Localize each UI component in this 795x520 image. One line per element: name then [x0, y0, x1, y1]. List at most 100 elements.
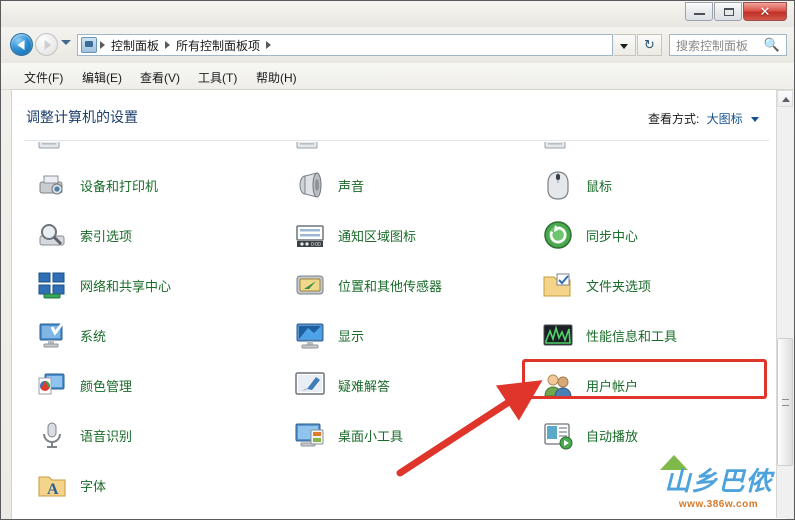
control-panel-item-display[interactable]: 显示 — [284, 310, 534, 360]
back-button[interactable] — [10, 33, 33, 56]
grid-column-1: 声音 0:00 通知区域图标位置和其他传感器显示疑难解答桌面小工具 — [284, 142, 534, 460]
close-icon: ✕ — [759, 4, 771, 19]
item-label: 自动播放 — [586, 428, 639, 444]
item-label: 网络和共享中心 — [80, 278, 172, 294]
control-panel-item-partial[interactable] — [26, 142, 276, 160]
control-panel-item-autoplay[interactable]: 自动播放 — [532, 410, 773, 460]
grid-column-2: 鼠标同步中心文件夹选项性能信息和工具 用户帐户自动播放 — [532, 142, 773, 460]
scroll-up-button[interactable] — [777, 90, 793, 107]
control-panel-item-desktop-gadgets[interactable]: 桌面小工具 — [284, 410, 534, 460]
control-panel-item-system-monitor[interactable]: 系统 — [26, 310, 276, 360]
page-title: 调整计算机的设置 — [26, 109, 138, 125]
title-bar: ✕ — [1, 1, 794, 28]
breadcrumb-item-1[interactable]: 所有控制面板项 — [173, 37, 263, 54]
control-panel-item-performance[interactable]: 性能信息和工具 — [532, 310, 773, 360]
partial-icon — [36, 142, 68, 154]
performance-icon — [542, 319, 574, 351]
content-panel: 调整计算机的设置 查看方式: 大图标 设备和打印机索引选项网络和共享中心 系统颜色… — [11, 89, 786, 519]
control-panel-item-color-management[interactable]: 颜色管理 — [26, 360, 276, 410]
control-panel-icon-grid: 设备和打印机索引选项网络和共享中心 系统颜色管理语音识别 A 字体 声音 0:00 通知区… — [12, 142, 773, 519]
speaker-icon — [294, 169, 326, 201]
item-label: 位置和其他传感器 — [338, 278, 443, 294]
item-label: 同步中心 — [586, 228, 639, 244]
history-dropdown-icon[interactable] — [61, 40, 71, 45]
item-label: 字体 — [80, 478, 107, 494]
item-label: 鼠标 — [586, 178, 613, 194]
control-panel-item-notification-area[interactable]: 0:00 通知区域图标 — [284, 210, 534, 260]
breadcrumb-separator-icon — [165, 41, 171, 49]
printer-camera-icon — [36, 169, 68, 201]
vertical-scrollbar[interactable] — [776, 90, 793, 518]
autoplay-icon — [542, 419, 574, 451]
network-sharing-icon — [36, 269, 68, 301]
sync-center-icon — [542, 219, 574, 251]
item-label: 用户帐户 — [586, 378, 639, 394]
svg-text:A: A — [47, 481, 59, 498]
close-button[interactable]: ✕ — [743, 2, 787, 21]
item-label: 桌面小工具 — [338, 428, 404, 444]
header-divider — [24, 140, 769, 141]
menu-item-1[interactable]: 编辑(E) — [77, 67, 127, 88]
control-panel-item-partial[interactable] — [532, 142, 773, 160]
control-panel-item-sync-center[interactable]: 同步中心 — [532, 210, 773, 260]
partial-icon — [542, 142, 574, 154]
minimize-button[interactable] — [685, 2, 713, 21]
mouse-icon — [542, 169, 574, 201]
fonts-folder-icon: A — [36, 469, 68, 501]
item-label: 声音 — [338, 178, 365, 194]
troubleshooting-icon — [294, 369, 326, 401]
control-panel-item-network-sharing[interactable]: 网络和共享中心 — [26, 260, 276, 310]
refresh-button[interactable]: ↻ — [637, 34, 662, 56]
control-panel-item-microphone[interactable]: 语音识别 — [26, 410, 276, 460]
breadcrumb-item-0[interactable]: 控制面板 — [108, 37, 162, 54]
svg-text:0:00: 0:00 — [311, 242, 321, 248]
control-panel-item-folder-options[interactable]: 文件夹选项 — [532, 260, 773, 310]
item-label: 系统 — [80, 328, 107, 344]
forward-button[interactable] — [35, 33, 58, 56]
item-label: 索引选项 — [80, 228, 133, 244]
menu-bar: 文件(F) 编辑(E) 查看(V) 工具(T) 帮助(H) — [1, 63, 794, 90]
control-panel-item-location-sensor[interactable]: 位置和其他传感器 — [284, 260, 534, 310]
breadcrumb-separator-icon — [266, 41, 272, 49]
user-accounts-icon — [542, 369, 574, 401]
search-input[interactable]: 搜索控制面板 — [670, 37, 764, 54]
partial-icon — [294, 142, 326, 154]
menu-item-2[interactable]: 查看(V) — [135, 67, 185, 88]
menu-item-3[interactable]: 工具(T) — [193, 67, 242, 88]
menu-item-4[interactable]: 帮助(H) — [251, 67, 302, 88]
search-icon: 🔍 — [763, 37, 780, 52]
chevron-down-icon[interactable] — [751, 117, 759, 123]
navigation-bar: 控制面板 所有控制面板项 ↻ 搜索控制面板 🔍 — [1, 27, 794, 63]
item-label: 疑难解答 — [338, 378, 391, 394]
system-monitor-icon — [36, 319, 68, 351]
control-panel-item-magnifier-index[interactable]: 索引选项 — [26, 210, 276, 260]
maximize-button[interactable] — [714, 2, 742, 21]
address-dropdown-button[interactable] — [614, 34, 636, 56]
control-panel-item-mouse[interactable]: 鼠标 — [532, 160, 773, 210]
control-panel-item-partial[interactable] — [284, 142, 534, 160]
address-bar[interactable]: 控制面板 所有控制面板项 — [77, 34, 613, 56]
scrollbar-thumb[interactable] — [777, 338, 793, 466]
search-box[interactable]: 搜索控制面板 🔍 — [669, 34, 787, 56]
view-by-label: 查看方式: — [647, 112, 700, 126]
control-panel-item-printer-camera[interactable]: 设备和打印机 — [26, 160, 276, 210]
view-by-selector[interactable]: 查看方式: 大图标 — [648, 110, 759, 127]
menu-item-0[interactable]: 文件(F) — [19, 67, 68, 88]
color-management-icon — [36, 369, 68, 401]
display-icon — [294, 319, 326, 351]
control-panel-window: ✕ 控制面板 所有控制面板项 ↻ 搜索控制面板 🔍 文件(F) 编辑(E) 查看(V… — [0, 0, 795, 520]
desktop-gadgets-icon — [294, 419, 326, 451]
control-panel-icon — [81, 37, 97, 53]
item-label: 通知区域图标 — [338, 228, 417, 244]
control-panel-item-troubleshooting[interactable]: 疑难解答 — [284, 360, 534, 410]
view-by-value[interactable]: 大图标 — [707, 112, 743, 126]
forward-arrow-icon — [44, 39, 51, 50]
notification-area-icon: 0:00 — [294, 219, 326, 251]
control-panel-item-speaker[interactable]: 声音 — [284, 160, 534, 210]
item-label: 颜色管理 — [80, 378, 133, 394]
minimize-icon — [694, 13, 705, 15]
item-label: 性能信息和工具 — [586, 328, 678, 344]
grid-column-0: 设备和打印机索引选项网络和共享中心 系统颜色管理语音识别 A 字体 — [26, 142, 276, 510]
control-panel-item-fonts-folder[interactable]: A 字体 — [26, 460, 276, 510]
control-panel-item-user-accounts[interactable]: 用户帐户 — [532, 360, 773, 410]
